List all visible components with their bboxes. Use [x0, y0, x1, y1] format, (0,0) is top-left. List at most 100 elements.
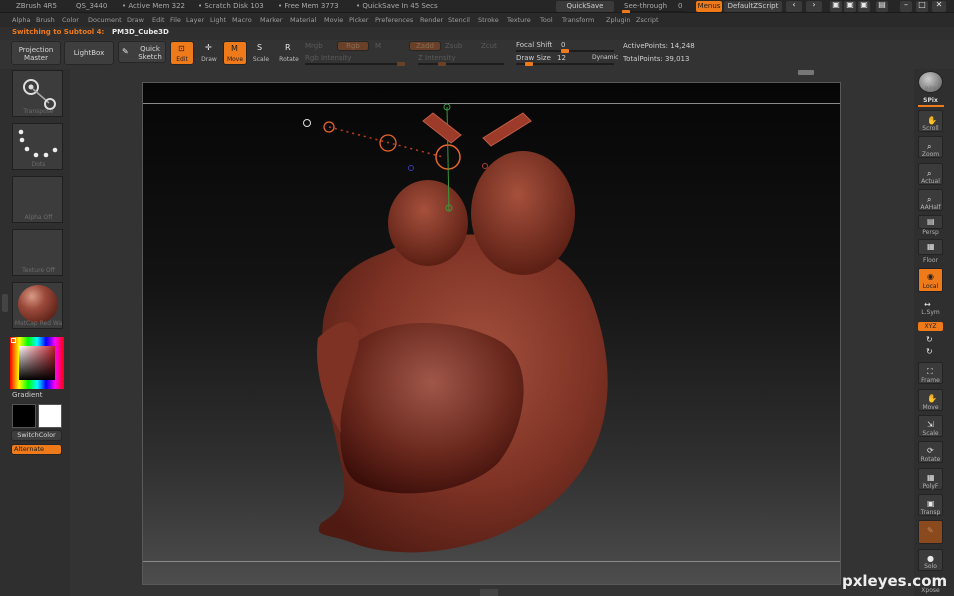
alternate-button[interactable]: Alternate — [11, 444, 62, 455]
menu-render[interactable]: Render — [420, 16, 443, 24]
menu-zplugin[interactable]: Zplugin — [606, 16, 631, 24]
layout-2-icon[interactable]: ▣ — [844, 1, 856, 12]
layout-1-icon[interactable]: ▣ — [830, 1, 842, 12]
menu-marker[interactable]: Marker — [260, 16, 282, 24]
move-button[interactable]: M Move — [223, 41, 247, 65]
stroke-name: Dots — [31, 161, 46, 168]
menu-preferences[interactable]: Preferences — [375, 16, 413, 24]
menu-macro[interactable]: Macro — [232, 16, 252, 24]
doc-scroll-thumb[interactable] — [798, 70, 814, 75]
close-icon[interactable]: ✕ — [932, 1, 946, 12]
rgb-intensity-knob[interactable] — [397, 62, 405, 66]
color-square[interactable] — [19, 346, 55, 380]
layout-3-icon[interactable]: ▣ — [858, 1, 870, 12]
frame-label: Frame — [921, 377, 940, 384]
transp-icon: ▣ — [927, 499, 935, 508]
quicksave-button[interactable]: QuickSave — [556, 1, 614, 12]
gradient-label[interactable]: Gradient — [12, 391, 42, 399]
menu-color[interactable]: Color — [62, 16, 79, 24]
zadd-toggle[interactable]: Zadd — [409, 41, 441, 51]
menu-file[interactable]: File — [170, 16, 181, 24]
menu-tool[interactable]: Tool — [540, 16, 553, 24]
menu-light[interactable]: Light — [210, 16, 226, 24]
save-ui-icon[interactable]: ▤ — [876, 1, 888, 12]
xyz-button[interactable]: XYZ — [918, 322, 943, 331]
alpha-slot[interactable]: Alpha Off — [12, 176, 63, 223]
menu-material[interactable]: Material — [290, 16, 316, 24]
rgb-toggle[interactable]: Rgb — [337, 41, 369, 51]
menu-stroke[interactable]: Stroke — [478, 16, 499, 24]
arrow-left-icon[interactable]: ‹ — [786, 1, 802, 12]
rotate-y-icon[interactable]: ↻ — [926, 336, 933, 344]
texture-slot[interactable]: Texture Off — [12, 229, 63, 276]
menu-texture[interactable]: Texture — [507, 16, 531, 24]
menu-draw[interactable]: Draw — [127, 16, 144, 24]
total-points: TotalPoints: 39,013 — [623, 55, 690, 63]
floor-button[interactable]: ▦ — [918, 239, 943, 255]
menu-stencil[interactable]: Stencil — [448, 16, 470, 24]
scale-view-icon: ⇲ — [927, 420, 934, 429]
mrgb-toggle[interactable]: Mrgb — [305, 42, 323, 50]
spix-slider[interactable] — [918, 105, 944, 107]
persp-button[interactable]: ▤ — [918, 215, 943, 229]
viewport-canvas[interactable] — [142, 82, 841, 585]
default-zscript-button[interactable]: DefaultZScript — [724, 1, 782, 12]
menu-movie[interactable]: Movie — [324, 16, 343, 24]
menu-brush[interactable]: Brush — [36, 16, 55, 24]
color-picker[interactable] — [10, 337, 64, 389]
left-shelf: Transpose Dots Alpha Off Texture Off Mat… — [0, 69, 70, 596]
color-cursor[interactable] — [11, 338, 16, 343]
focal-shift-knob[interactable] — [561, 49, 569, 53]
menu-picker[interactable]: Picker — [349, 16, 368, 24]
draw-button[interactable]: ✛ Draw — [198, 41, 220, 65]
lsym-label[interactable]: L.Sym — [914, 309, 947, 316]
rgb-intensity-slider[interactable] — [305, 62, 405, 66]
left-tray-handle[interactable] — [2, 294, 8, 312]
m-toggle[interactable]: M — [375, 42, 381, 50]
edit-button[interactable]: ⊡ Edit — [170, 41, 194, 65]
menu-alpha[interactable]: Alpha — [12, 16, 30, 24]
secondary-color-swatch[interactable] — [38, 404, 62, 428]
menu-transform[interactable]: Transform — [562, 16, 594, 24]
sculpt-model — [303, 103, 608, 553]
main-color-swatch[interactable] — [12, 404, 36, 428]
arrow-right-icon[interactable]: › — [806, 1, 822, 12]
floor-icon: ▦ — [927, 242, 935, 251]
bottom-tray-handle[interactable] — [480, 589, 498, 596]
quick-sketch-label: Quick Sketch — [138, 45, 162, 61]
draw-icon: ✛ — [205, 43, 212, 52]
draw-size-slider[interactable] — [516, 62, 614, 66]
menu-zscript[interactable]: Zscript — [636, 16, 659, 24]
projection-master-button[interactable]: Projection Master — [11, 41, 61, 65]
quick-sketch-button[interactable]: ✎ Quick Sketch — [118, 41, 166, 63]
draw-size-knob[interactable] — [525, 62, 533, 66]
menu-layer[interactable]: Layer — [186, 16, 204, 24]
minimize-icon[interactable]: – — [900, 1, 912, 12]
scale-button[interactable]: S Scale — [250, 41, 272, 65]
menu-edit[interactable]: Edit — [152, 16, 165, 24]
dots-stroke-icon — [18, 129, 58, 158]
rotate-button[interactable]: R Rotate — [277, 41, 301, 65]
see-through-slider[interactable]: See-through 0 — [620, 1, 690, 14]
menu-document[interactable]: Document — [88, 16, 122, 24]
z-intensity-slider[interactable] — [418, 62, 504, 66]
brush-slot[interactable]: Transpose — [12, 70, 63, 117]
matcap-sphere — [18, 285, 58, 323]
focal-shift-slider[interactable] — [516, 49, 614, 53]
dynamic-toggle[interactable]: Dynamic — [592, 54, 618, 61]
edit-label: Edit — [176, 56, 188, 63]
stroke-slot[interactable]: Dots — [12, 123, 63, 170]
switch-color-button[interactable]: SwitchColor — [11, 430, 62, 441]
z-intensity-knob[interactable] — [438, 62, 446, 66]
zcut-toggle[interactable]: Zcut — [481, 42, 497, 50]
lightbox-button[interactable]: LightBox — [64, 41, 114, 65]
menus-button[interactable]: Menus — [696, 1, 722, 12]
material-slot[interactable]: MatCap Red Wa — [12, 282, 63, 329]
zsub-toggle[interactable]: Zsub — [445, 42, 462, 50]
alpha-name: Alpha Off — [24, 214, 53, 221]
zoom-icon: ⌕ — [927, 142, 932, 151]
maximize-icon[interactable]: □ — [916, 1, 928, 12]
rotate-z-icon[interactable]: ↻ — [926, 348, 933, 356]
ghost-button[interactable]: ✎ — [918, 520, 943, 544]
spix-label[interactable]: SPix — [914, 97, 947, 104]
